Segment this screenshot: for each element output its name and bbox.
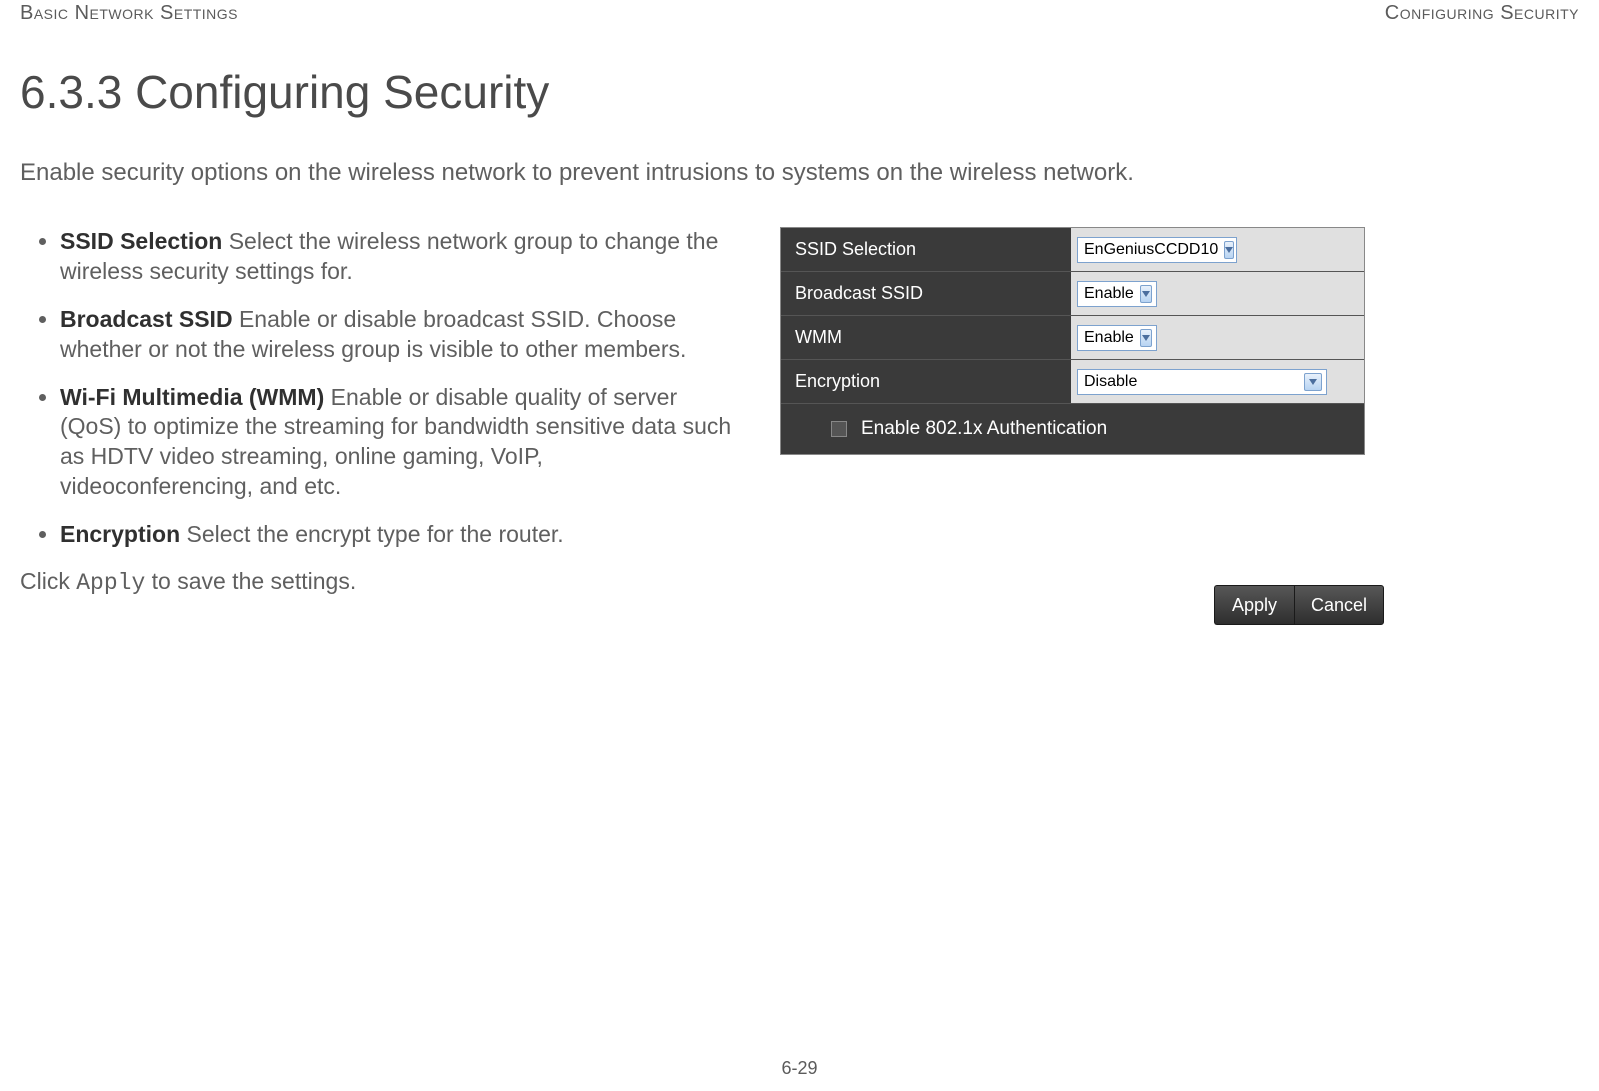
term-encryption: Encryption <box>60 521 180 547</box>
auth-label: Enable 802.1x Authentication <box>861 418 1107 440</box>
button-bar: Apply Cancel <box>1214 585 1384 625</box>
desc: Select the encrypt type for the router. <box>180 521 564 547</box>
apply-note: Click Apply to save the settings. <box>20 568 740 596</box>
definition-list: SSID Selection Select the wireless netwo… <box>20 227 740 550</box>
auth-checkbox[interactable] <box>831 421 847 437</box>
cancel-button[interactable]: Cancel <box>1294 585 1384 625</box>
ssid-selection-dropdown[interactable]: EnGeniusCCDD10 <box>1077 237 1237 263</box>
list-item: SSID Selection Select the wireless netwo… <box>60 227 740 287</box>
header-left: Basic Network Settings <box>20 2 238 25</box>
row-broadcast-ssid: Broadcast SSID Enable <box>781 272 1364 316</box>
term-ssid-selection: SSID Selection <box>60 228 222 254</box>
security-config-panel: SSID Selection EnGeniusCCDD10 Broadcast … <box>780 227 1365 455</box>
row-ssid-selection: SSID Selection EnGeniusCCDD10 <box>781 228 1364 272</box>
wmm-dropdown[interactable]: Enable <box>1077 325 1157 351</box>
chevron-down-icon <box>1224 241 1234 259</box>
apply-button[interactable]: Apply <box>1214 585 1294 625</box>
page-number: 6-29 <box>0 1058 1599 1079</box>
label-wmm: WMM <box>781 327 1071 348</box>
list-item: Encryption Select the encrypt type for t… <box>60 520 740 550</box>
row-encryption: Encryption Disable <box>781 360 1364 404</box>
label-ssid-selection: SSID Selection <box>781 239 1071 260</box>
section-title: 6.3.3 Configuring Security <box>20 65 1579 119</box>
chevron-down-icon <box>1304 373 1322 391</box>
row-8021x-auth: Enable 802.1x Authentication <box>781 404 1364 454</box>
intro-text: Enable security options on the wireless … <box>20 159 1579 187</box>
list-item: Broadcast SSID Enable or disable broadca… <box>60 305 740 365</box>
broadcast-ssid-dropdown[interactable]: Enable <box>1077 281 1157 307</box>
apply-code: Apply <box>76 570 145 596</box>
list-item: Wi-Fi Multimedia (WMM) Enable or disable… <box>60 383 740 503</box>
chevron-down-icon <box>1140 285 1152 303</box>
label-encryption: Encryption <box>781 371 1071 392</box>
page-header: Basic Network Settings Configuring Secur… <box>20 0 1579 25</box>
chevron-down-icon <box>1140 329 1152 347</box>
encryption-dropdown[interactable]: Disable <box>1077 369 1327 395</box>
label-broadcast-ssid: Broadcast SSID <box>781 283 1071 304</box>
term-broadcast-ssid: Broadcast SSID <box>60 306 233 332</box>
term-wmm: Wi-Fi Multimedia (WMM) <box>60 384 324 410</box>
header-right: Configuring Security <box>1385 2 1579 25</box>
row-wmm: WMM Enable <box>781 316 1364 360</box>
